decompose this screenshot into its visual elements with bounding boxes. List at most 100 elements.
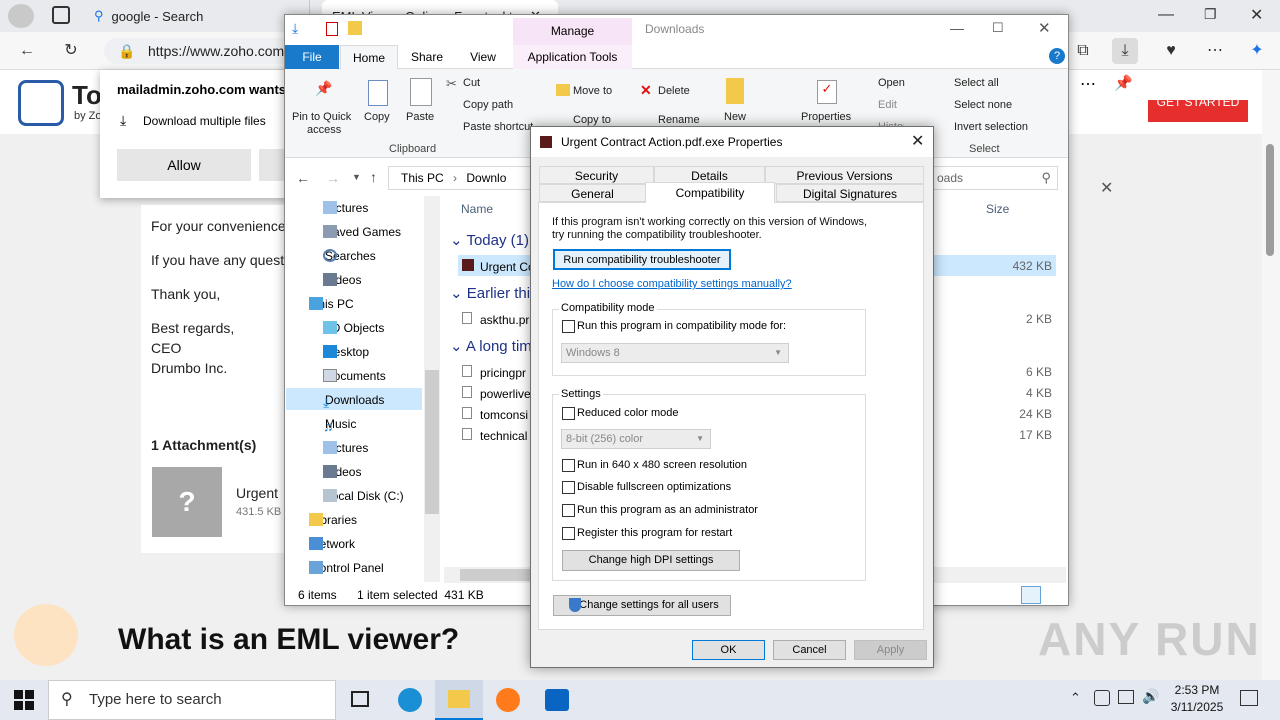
nav-desktop[interactable]: Desktop bbox=[299, 341, 422, 363]
browser-essentials-icon[interactable]: ♥ bbox=[1158, 38, 1184, 64]
page-scroll-thumb[interactable] bbox=[1266, 144, 1274, 256]
clock[interactable]: 2:53 PM 3/11/2025 bbox=[1162, 682, 1232, 716]
chevron-up-icon[interactable]: ⌃ bbox=[1070, 690, 1081, 706]
nav-pictures[interactable]: Pictures bbox=[299, 197, 422, 219]
large-icons-view-icon[interactable] bbox=[1045, 586, 1063, 604]
new-button[interactable]: New bbox=[724, 111, 746, 123]
nav-saved-games[interactable]: Saved Games bbox=[299, 221, 422, 243]
group-long-time[interactable]: ⌄ A long tim bbox=[450, 337, 532, 355]
nav-videos[interactable]: Videos bbox=[299, 269, 422, 291]
pin-icon[interactable]: 📌 bbox=[1114, 74, 1133, 92]
color-mode-select[interactable]: 8-bit (256) color ▼ bbox=[561, 429, 711, 449]
nav-pictures-pc[interactable]: Pictures bbox=[299, 437, 422, 459]
forward-icon[interactable]: → bbox=[326, 170, 340, 186]
nav-3d-objects[interactable]: 3D Objects bbox=[299, 317, 422, 339]
new-folder-qat-icon[interactable] bbox=[348, 21, 362, 35]
search-box[interactable]: oads ⚲ bbox=[930, 166, 1058, 190]
nav-music[interactable]: ♫ Music bbox=[299, 413, 422, 435]
run-admin-checkbox[interactable] bbox=[562, 504, 575, 517]
copy-to-button[interactable]: Copy to bbox=[573, 114, 611, 126]
group-today[interactable]: ⌄ Today (1) bbox=[450, 231, 529, 249]
file-row[interactable]: Urgent Co bbox=[462, 259, 535, 274]
notifications-icon[interactable] bbox=[1240, 690, 1258, 706]
back-icon[interactable]: ← bbox=[296, 170, 310, 186]
tab-share[interactable]: Share bbox=[404, 45, 450, 69]
file-explorer-icon[interactable] bbox=[435, 680, 483, 720]
task-view-icon[interactable] bbox=[336, 680, 384, 720]
edge-icon[interactable] bbox=[386, 680, 434, 720]
site-logo-icon[interactable] bbox=[18, 80, 64, 126]
tab-digital-signatures[interactable]: Digital Signatures bbox=[776, 184, 924, 202]
network-tray-icon[interactable] bbox=[1094, 690, 1110, 706]
change-all-users-button[interactable]: Change settings for all users bbox=[553, 595, 731, 616]
nav-libraries[interactable]: Libraries bbox=[285, 509, 408, 531]
close-explorer-icon[interactable]: ✕ bbox=[1038, 19, 1051, 37]
run-640-checkbox[interactable] bbox=[562, 459, 575, 472]
compat-mode-checkbox[interactable] bbox=[562, 320, 575, 333]
tab-general[interactable]: General bbox=[539, 184, 646, 202]
tab-google-search[interactable]: ⚲ google - Search bbox=[84, 0, 310, 32]
properties-qat-icon[interactable] bbox=[326, 22, 338, 36]
lock-icon[interactable]: 🔒 bbox=[118, 38, 135, 64]
close-banner-icon[interactable]: ✕ bbox=[1100, 178, 1113, 198]
delete-button[interactable]: Delete bbox=[658, 85, 690, 97]
manage-context-tab[interactable]: Manage bbox=[513, 18, 632, 45]
group-earlier[interactable]: ⌄ Earlier this bbox=[450, 284, 538, 302]
cookie-icon[interactable] bbox=[14, 604, 78, 666]
quick-access-icon[interactable]: ⤓ bbox=[292, 20, 298, 37]
run-troubleshooter-button[interactable]: Run compatibility troubleshooter bbox=[553, 249, 731, 270]
change-dpi-button[interactable]: Change high DPI settings bbox=[562, 550, 740, 571]
apply-button[interactable]: Apply bbox=[854, 640, 927, 660]
open-button[interactable]: Open bbox=[878, 77, 905, 89]
tab-previous-versions[interactable]: Previous Versions bbox=[765, 166, 924, 184]
pin-label2[interactable]: access bbox=[307, 124, 341, 136]
block-button[interactable] bbox=[259, 149, 285, 181]
paste-shortcut-button[interactable]: Paste shortcut bbox=[463, 121, 533, 133]
tab-security[interactable]: Security bbox=[539, 166, 654, 184]
reduced-color-checkbox[interactable] bbox=[562, 407, 575, 420]
cut-button[interactable]: Cut bbox=[463, 77, 480, 89]
copilot-icon[interactable]: ✦ bbox=[1244, 38, 1270, 64]
file-row[interactable]: technical bbox=[462, 428, 527, 443]
crumb-downloads[interactable]: Downlo bbox=[466, 171, 506, 185]
refresh-icon[interactable]: ↻ bbox=[58, 38, 84, 64]
move-to-button[interactable]: Move to bbox=[573, 85, 612, 97]
nav-videos-pc[interactable]: Videos bbox=[299, 461, 422, 483]
profile-avatar[interactable] bbox=[8, 4, 34, 28]
file-row[interactable]: pricingpr bbox=[462, 365, 526, 380]
start-icon[interactable] bbox=[14, 690, 34, 710]
properties-button[interactable]: Properties bbox=[801, 111, 851, 123]
disable-fullscreen-checkbox[interactable] bbox=[562, 481, 575, 494]
nav-documents[interactable]: Documents bbox=[299, 365, 422, 387]
close-window-icon[interactable]: ✕ bbox=[1250, 5, 1263, 25]
firefox-icon[interactable] bbox=[484, 680, 532, 720]
downloads-icon[interactable]: ⤓ bbox=[1112, 38, 1138, 64]
more-icon[interactable]: ⋯ bbox=[1202, 38, 1228, 64]
more-options-icon[interactable]: ⋯ bbox=[1080, 74, 1096, 94]
collections-icon[interactable]: ⧉ bbox=[1070, 38, 1096, 64]
volume-icon[interactable]: 🔊 bbox=[1142, 688, 1159, 705]
select-none-button[interactable]: Select none bbox=[954, 99, 1012, 111]
file-row[interactable]: askthu.pri bbox=[462, 312, 532, 327]
nav-searches[interactable]: Searches bbox=[299, 245, 422, 267]
cancel-button[interactable]: Cancel bbox=[773, 640, 846, 660]
minimize-icon[interactable]: — bbox=[950, 20, 964, 36]
crumb-this-pc[interactable]: This PC bbox=[401, 171, 444, 185]
maximize-icon[interactable]: ☐ bbox=[992, 20, 1004, 36]
tab-view[interactable]: View bbox=[460, 45, 506, 69]
select-all-button[interactable]: Select all bbox=[954, 77, 999, 89]
register-restart-checkbox[interactable] bbox=[562, 527, 575, 540]
copy-path-button[interactable]: Copy path bbox=[463, 99, 513, 111]
attachment-name[interactable]: Urgent bbox=[236, 485, 278, 501]
ok-button[interactable]: OK bbox=[692, 640, 765, 660]
back-icon[interactable]: ← bbox=[14, 38, 40, 64]
address-bar[interactable]: 🔒 https://www.zoho.com bbox=[104, 38, 294, 64]
help-icon[interactable]: ? bbox=[1049, 48, 1065, 64]
outlook-icon[interactable] bbox=[533, 680, 581, 720]
details-view-icon[interactable] bbox=[1021, 586, 1041, 604]
close-dialog-icon[interactable]: ✕ bbox=[911, 131, 924, 151]
invert-selection-button[interactable]: Invert selection bbox=[954, 121, 1028, 133]
tab-actions-icon[interactable] bbox=[52, 6, 70, 24]
recent-locations-icon[interactable]: ▼ bbox=[352, 172, 361, 182]
allow-button[interactable]: Allow bbox=[117, 149, 251, 181]
